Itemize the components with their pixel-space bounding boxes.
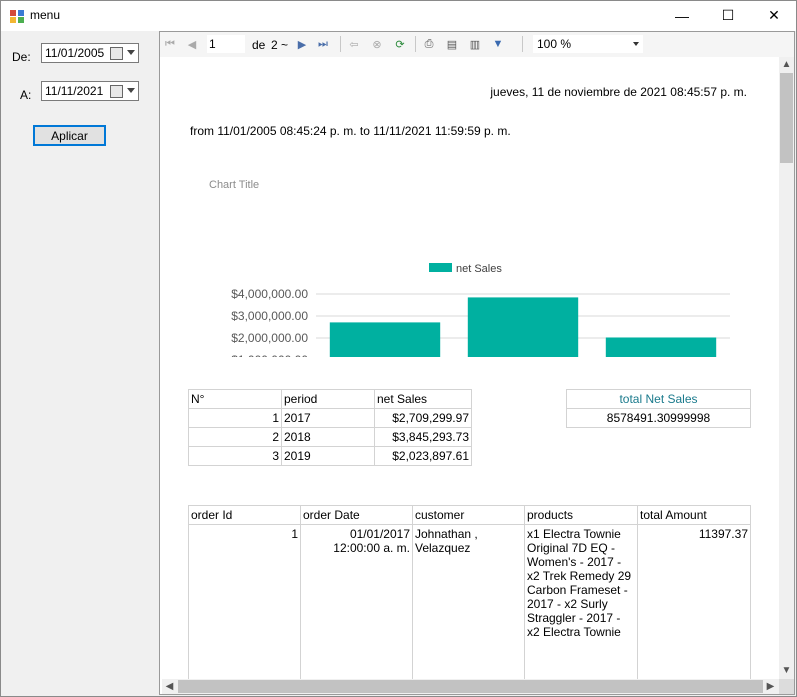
next-page-icon[interactable]: ▶ <box>295 37 309 51</box>
toolbar-separator <box>522 36 523 52</box>
column-header: period <box>281 389 375 409</box>
row-number: 2 <box>188 427 282 447</box>
maximize-icon: ☐ <box>721 7 735 23</box>
from-label: De: <box>12 50 31 64</box>
chevron-down-icon <box>127 88 135 93</box>
export-icon[interactable]: ▼ <box>491 37 505 51</box>
row-net-sales: $2,023,897.61 <box>374 446 472 466</box>
y-tick-label: $4,000,000.00 <box>231 287 308 301</box>
print-layout-icon[interactable]: ▤ <box>445 37 459 51</box>
page-number-value: 1 <box>209 37 216 51</box>
horizontal-scroll-thumb[interactable] <box>178 680 763 693</box>
scroll-down-icon[interactable]: ▼ <box>779 663 794 678</box>
table-header-row: N° period net Sales <box>188 389 472 409</box>
refresh-icon[interactable]: ⟳ <box>393 37 407 51</box>
row-period: 2017 <box>281 408 375 428</box>
calendar-icon <box>110 85 123 98</box>
last-page-icon[interactable]: ⏭ <box>316 37 330 51</box>
legend-label: net Sales <box>456 263 502 275</box>
of-label: de <box>252 38 266 52</box>
column-header: products <box>524 505 638 525</box>
y-axis: $0.00$1,000,000.00$2,000,000.00$3,000,00… <box>231 287 308 357</box>
column-header: customer <box>412 505 525 525</box>
y-tick-label: $1,000,000.00 <box>231 353 308 357</box>
table-row: 2 2018 $3,845,293.73 <box>188 427 472 447</box>
orders-table: order Id order Date customer products to… <box>188 505 751 679</box>
chart-bars <box>329 297 717 357</box>
column-header: order Id <box>188 505 301 525</box>
print-icon[interactable]: ⎙ <box>422 37 436 51</box>
chevron-down-icon <box>127 50 135 55</box>
column-header: order Date <box>300 505 413 525</box>
to-label: A: <box>20 88 32 102</box>
toolbar-separator <box>340 36 341 52</box>
order-customer: Johnathan , Velazquez <box>412 524 525 679</box>
column-header: total Amount <box>637 505 751 525</box>
page-setup-icon[interactable]: ▥ <box>468 37 482 51</box>
zoom-value: 100 % <box>537 37 572 51</box>
row-period: 2019 <box>281 446 375 466</box>
row-number: 1 <box>188 408 282 428</box>
report-range: from 11/01/2005 08:45:24 p. m. to 11/11/… <box>190 124 511 138</box>
scroll-left-icon[interactable]: ◀ <box>162 679 177 694</box>
page-number-input[interactable]: 1 <box>207 35 245 53</box>
chevron-down-icon <box>633 42 639 46</box>
report-date: jueves, 11 de noviembre de 2021 08:45:57… <box>490 85 747 99</box>
minimize-button[interactable]: — <box>659 0 705 31</box>
bar <box>329 322 441 357</box>
order-id: 1 <box>188 524 301 679</box>
zoom-select[interactable]: 100 % <box>533 35 643 53</box>
from-date-value: 11/01/2005 <box>45 46 105 60</box>
first-page-icon[interactable]: ⏮ <box>163 37 177 51</box>
table-header-row: order Id order Date customer products to… <box>188 505 751 525</box>
previous-page-icon[interactable]: ◀ <box>185 37 199 51</box>
vertical-scroll-thumb[interactable] <box>780 73 793 163</box>
order-products: x1 Electra Townie Original 7D EQ - Women… <box>524 524 638 679</box>
chart-legend: net Sales <box>429 263 502 275</box>
y-tick-label: $3,000,000.00 <box>231 309 308 323</box>
apply-button[interactable]: Aplicar <box>33 125 106 146</box>
close-icon: ✕ <box>768 7 780 23</box>
legend-swatch <box>429 263 452 272</box>
row-net-sales: $2,709,299.97 <box>374 408 472 428</box>
scroll-right-icon[interactable]: ▶ <box>763 679 778 694</box>
table-row: 3 2019 $2,023,897.61 <box>188 446 472 466</box>
row-period: 2018 <box>281 427 375 447</box>
minimize-icon: — <box>675 7 689 24</box>
scrollbar-corner <box>779 679 794 694</box>
scroll-up-icon[interactable]: ▲ <box>779 57 794 72</box>
stop-icon[interactable]: ⊗ <box>370 37 384 51</box>
maximize-button[interactable]: ☐ <box>705 0 751 31</box>
table-row: 1 2017 $2,709,299.97 <box>188 408 472 428</box>
window-title: menu <box>30 8 61 22</box>
row-net-sales: $3,845,293.73 <box>374 427 472 447</box>
summary-table: N° period net Sales 1 2017 $2,709,299.97… <box>188 389 472 466</box>
y-tick-label: $2,000,000.00 <box>231 331 308 345</box>
order-amount: 11397.37 <box>637 524 751 679</box>
column-header: N° <box>188 389 282 409</box>
order-date: 01/01/2017 12:00:00 a. m. <box>300 524 413 679</box>
total-pages: 2 ~ <box>271 38 289 52</box>
table-row: 1 01/01/2017 12:00:00 a. m. Johnathan , … <box>188 524 751 679</box>
row-number: 3 <box>188 446 282 466</box>
column-header: net Sales <box>374 389 472 409</box>
report-page: jueves, 11 de noviembre de 2021 08:45:57… <box>162 57 778 679</box>
total-table: total Net Sales 8578491.30999998 <box>566 389 751 428</box>
from-date-picker[interactable]: 11/01/2005 <box>41 43 139 63</box>
toolbar-separator <box>415 36 416 52</box>
to-date-picker[interactable]: 11/11/2021 <box>41 81 139 101</box>
calendar-icon <box>110 47 123 60</box>
bar <box>605 337 717 357</box>
net-sales-chart: Chart Title net Sales $0.00$1,000,000.00… <box>209 179 730 357</box>
close-button[interactable]: ✕ <box>751 0 797 31</box>
to-date-value: 11/11/2021 <box>45 84 104 98</box>
app-icon <box>9 8 25 24</box>
bar <box>467 297 579 357</box>
total-value: 8578491.30999998 <box>566 408 751 428</box>
chart-title: Chart Title <box>209 179 259 191</box>
total-header: total Net Sales <box>566 389 751 409</box>
back-icon[interactable]: ⇦ <box>347 37 361 51</box>
